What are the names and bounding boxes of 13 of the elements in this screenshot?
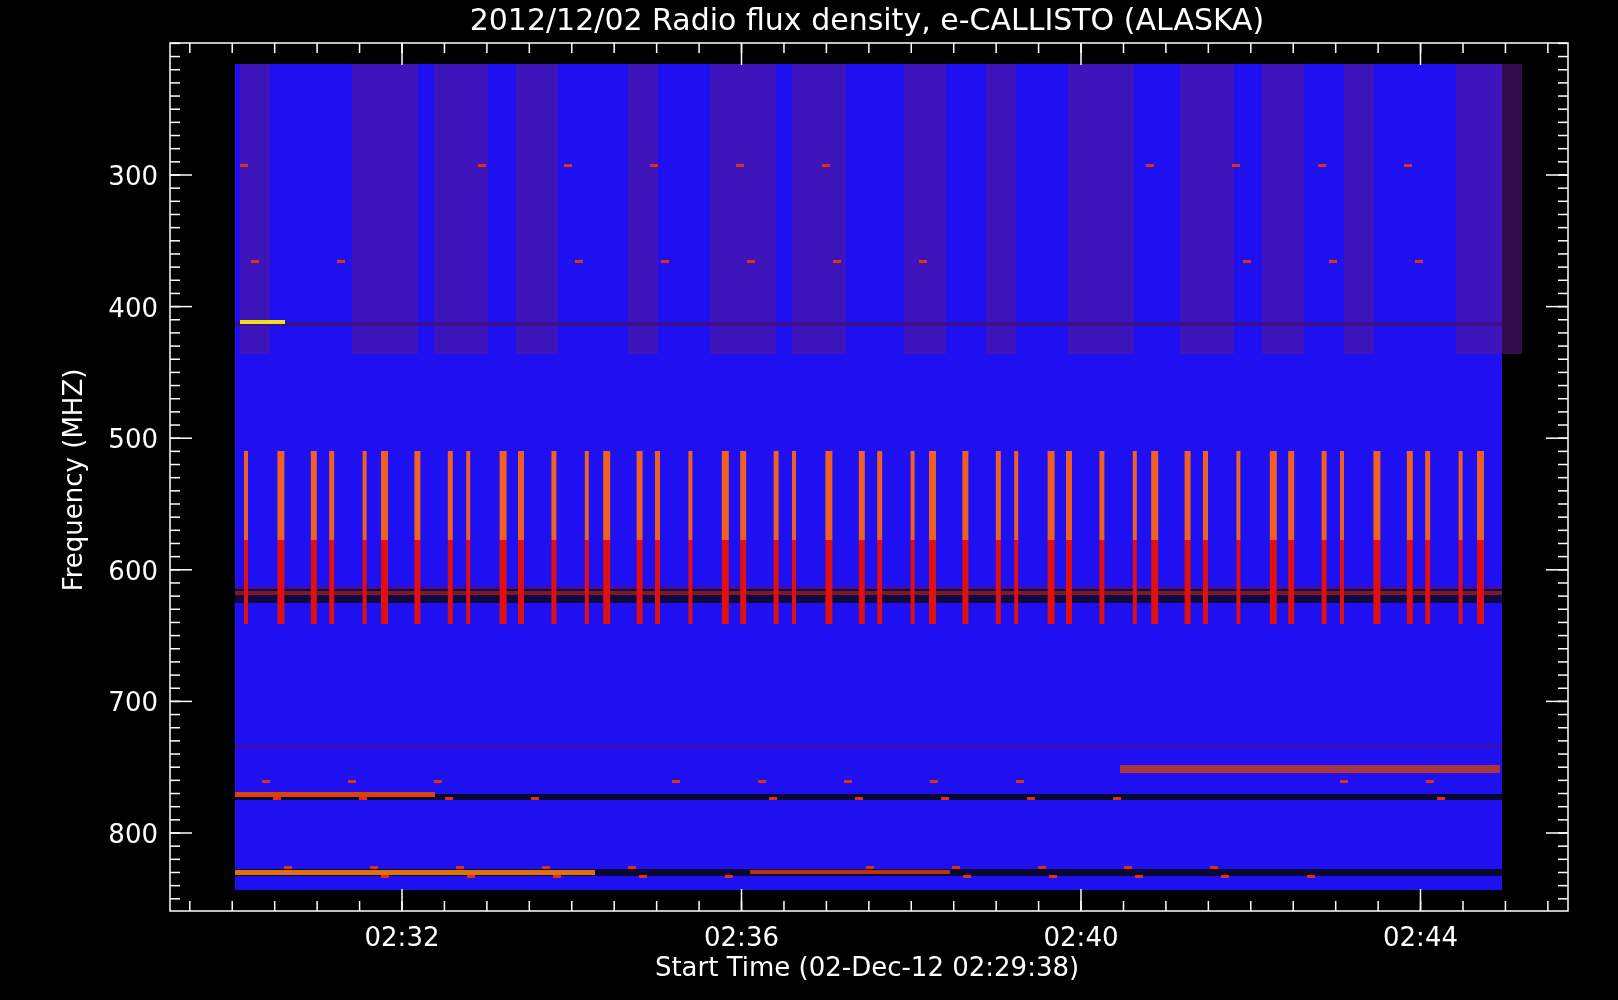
- tick-label: 400: [108, 292, 158, 323]
- tick-label: 02:44: [1383, 922, 1458, 952]
- tick-label: 300: [108, 161, 158, 191]
- plot-title: 2012/12/02 Radio flux density, e-CALLISTO (ALASKA): [469, 2, 1265, 37]
- tick-label: 700: [108, 687, 158, 718]
- tick-label: 800: [108, 819, 158, 849]
- tick-label: 500: [108, 424, 158, 455]
- tick-label: 600: [108, 555, 158, 586]
- tick-label: 02:32: [364, 922, 440, 952]
- tick-label: 02:36: [704, 922, 779, 952]
- y-axis-label: Frequency (MHZ): [58, 368, 88, 592]
- x-axis-label: Start Time (02-Dec-12 02:29:38): [654, 952, 1080, 982]
- tick-label: 02:40: [1043, 922, 1119, 952]
